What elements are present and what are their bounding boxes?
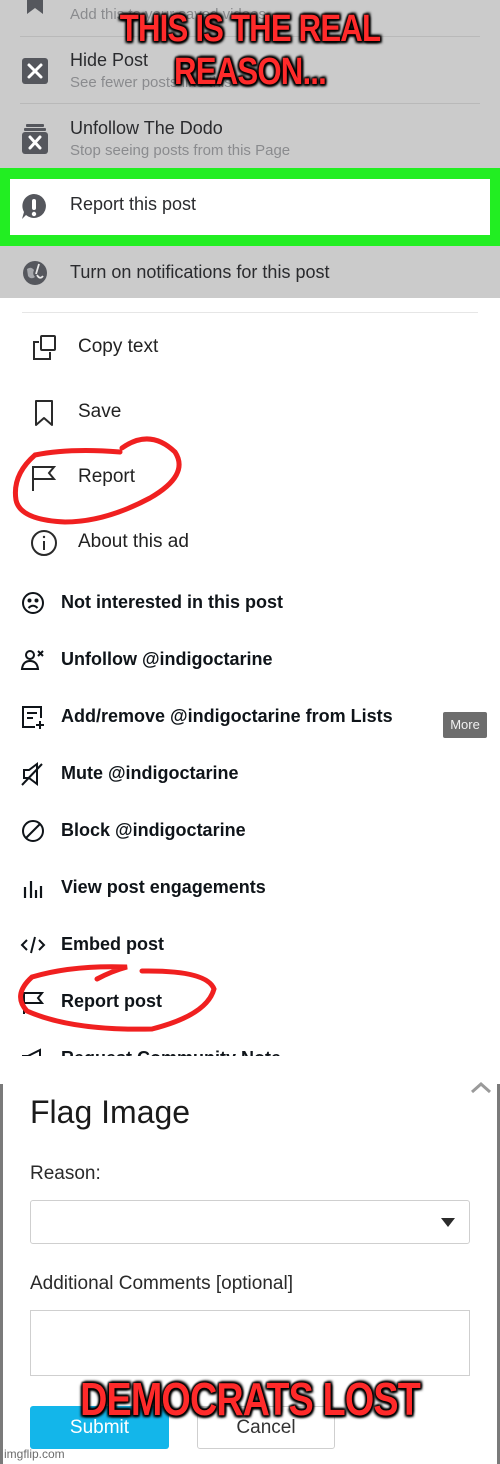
menu-item-label: Copy text	[78, 336, 159, 357]
info-icon	[31, 530, 57, 556]
fb-item-title: Unfollow The Dodo	[70, 118, 223, 138]
imgflip-watermark: imgflip.com	[4, 1447, 65, 1461]
bookmark-icon	[35, 400, 53, 426]
fb-item-title: Report this post	[70, 194, 197, 214]
menu-item-label: Add/remove @indigoctarine from Lists	[61, 706, 393, 726]
menu-item-label: Report	[78, 466, 136, 487]
comments-label: Additional Comments [optional]	[30, 1273, 293, 1294]
fb-item-notifications[interactable]: Turn on notifications for this post	[0, 248, 500, 298]
engagements-icon	[23, 881, 43, 898]
dialog-border	[0, 1084, 3, 1464]
copy-icon	[33, 335, 56, 360]
x-post-menu: Not interested in this post Unfollow @in…	[0, 578, 500, 1070]
menu-item-copy-text[interactable]: Copy text	[0, 328, 500, 368]
menu-item-label: Save	[78, 401, 122, 422]
menu-item-label: Mute @indigoctarine	[61, 763, 239, 783]
flag-icon	[23, 992, 45, 1014]
menu-item-label: Embed post	[61, 934, 165, 954]
green-highlight-box: Report this post	[0, 168, 500, 246]
divider	[20, 103, 480, 104]
menu-item-label: View post engagements	[61, 877, 266, 897]
list-add-icon	[22, 706, 44, 729]
more-tooltip[interactable]: More	[443, 712, 487, 738]
menu-item-label: Block @indigoctarine	[61, 820, 246, 840]
mute-icon	[21, 762, 43, 786]
block-icon	[22, 820, 44, 842]
fb-item-unfollow[interactable]: Unfollow The Dodo Stop seeing posts from…	[0, 106, 500, 166]
menu-item-save[interactable]: Save	[0, 393, 500, 433]
reason-select[interactable]	[30, 1200, 470, 1244]
menu-item-about-this-ad[interactable]: About this ad	[0, 523, 500, 563]
menu-item-embed[interactable]: Embed post	[0, 924, 500, 964]
chevron-up-icon[interactable]	[470, 1080, 492, 1094]
menu-item-lists[interactable]: Add/remove @indigoctarine from Lists	[0, 696, 500, 736]
threads-post-menu: Copy text Save Report About this ad	[0, 298, 500, 578]
menu-item-not-interested[interactable]: Not interested in this post	[0, 582, 500, 622]
menu-item-report-post[interactable]: Report post	[0, 981, 500, 1021]
menu-item-label: Unfollow @indigoctarine	[61, 649, 273, 669]
unfollow-stack-x-icon	[22, 124, 48, 154]
menu-item-label: About this ad	[78, 531, 189, 552]
embed-code-icon	[20, 936, 46, 954]
menu-item-unfollow[interactable]: Unfollow @indigoctarine	[0, 639, 500, 679]
unfollow-user-icon	[20, 650, 44, 670]
comments-textarea[interactable]	[30, 1310, 470, 1376]
menu-item-block[interactable]: Block @indigoctarine	[0, 810, 500, 850]
dialog-title: Flag Image	[30, 1094, 191, 1130]
menu-item-engagements[interactable]: View post engagements	[0, 867, 500, 907]
divider	[22, 312, 478, 313]
globe-notification-icon	[23, 261, 47, 285]
meme-bottom-caption: DEMOCRATS LOST	[80, 1373, 421, 1425]
report-exclamation-bubble-icon	[22, 194, 46, 219]
fb-item-title: Turn on notifications for this post	[70, 262, 330, 282]
sad-face-icon	[22, 592, 44, 614]
menu-item-report[interactable]: Report	[0, 458, 500, 498]
menu-item-label: Not interested in this post	[61, 592, 284, 612]
flag-icon	[32, 466, 57, 491]
reason-label: Reason:	[30, 1163, 101, 1184]
meme-top-caption: THIS IS THE REAL REASON...	[119, 8, 381, 93]
menu-item-label: Report post	[61, 991, 162, 1011]
menu-item-mute[interactable]: Mute @indigoctarine	[0, 753, 500, 793]
fb-item-subtitle: Stop seeing posts from this Page	[70, 142, 291, 159]
fb-item-report-this-post[interactable]: Report this post	[10, 179, 490, 235]
dropdown-arrow-icon	[441, 1218, 455, 1227]
